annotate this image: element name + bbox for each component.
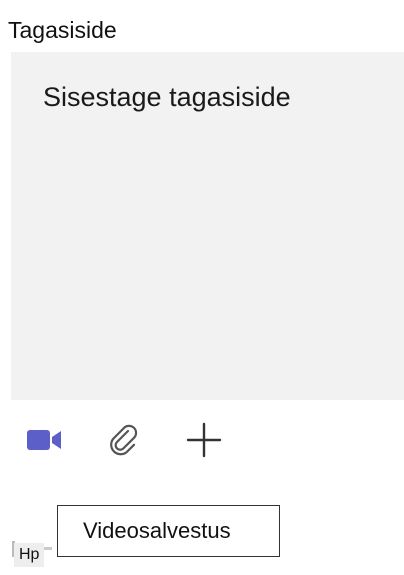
video-camera-icon — [27, 430, 61, 450]
video-recording-tooltip: Videosalvestus — [57, 505, 280, 557]
video-recording-button[interactable] — [22, 418, 66, 462]
paperclip-icon — [110, 424, 138, 456]
feedback-title: Tagasiside — [8, 17, 117, 43]
plus-icon — [186, 422, 222, 458]
feedback-input[interactable]: Sisestage tagasiside — [11, 52, 404, 400]
feedback-panel: Tagasiside Sisestage tagasiside Hp Video… — [0, 0, 404, 575]
keyboard-shortcut-hint: Hp — [14, 543, 45, 567]
attach-file-button[interactable] — [102, 418, 146, 462]
add-button[interactable] — [182, 418, 226, 462]
